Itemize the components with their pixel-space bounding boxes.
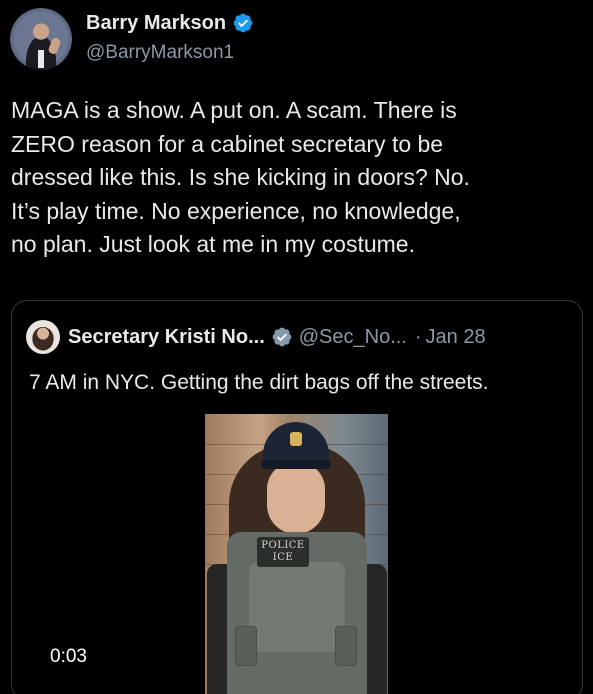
video-player[interactable]: POLICE ICE 0:03 bbox=[12, 401, 582, 694]
quoted-tweet-date[interactable]: Jan 28 bbox=[426, 326, 486, 349]
separator-dot: · bbox=[414, 325, 422, 348]
quoted-author-handle[interactable]: @Sec_No... bbox=[299, 326, 407, 349]
quoted-tweet-text: 7 AM in NYC. Getting the dirt bags off t… bbox=[29, 371, 489, 394]
vest-patch: POLICE ICE bbox=[257, 537, 309, 567]
quoted-tweet-header: Secretary Kristi No... @Sec_No... · Jan … bbox=[26, 319, 486, 355]
tweet-text-line: It’s play time. No experience, no knowle… bbox=[11, 197, 461, 224]
tweet-header: Barry Markson @BarryMarkson1 bbox=[10, 8, 583, 72]
tweet-text-line: ZERO reason for a cabinet secretary to b… bbox=[11, 130, 444, 157]
author-display-name[interactable]: Barry Markson bbox=[86, 12, 226, 35]
tweet-text-line: dressed like this. Is she kicking in doo… bbox=[11, 164, 470, 190]
author-handle[interactable]: @BarryMarkson1 bbox=[86, 42, 234, 64]
verified-badge-icon bbox=[272, 327, 292, 347]
quoted-tweet-card[interactable]: Secretary Kristi No... @Sec_No... · Jan … bbox=[11, 300, 583, 694]
quoted-author-avatar[interactable] bbox=[26, 320, 60, 354]
tweet-text: MAGA is a show. A put on. A scam. There … bbox=[11, 94, 581, 262]
video-frame[interactable]: POLICE ICE bbox=[205, 414, 388, 694]
author-avatar[interactable] bbox=[10, 8, 72, 70]
tweet-text-line: MAGA is a show. A put on. A scam. There … bbox=[11, 97, 457, 123]
patch-text-police: POLICE bbox=[261, 540, 305, 551]
patch-text-ice: ICE bbox=[272, 552, 294, 563]
verified-badge-icon bbox=[233, 13, 253, 33]
tweet-text-line: no plan. Just look at me in my costume. bbox=[11, 231, 415, 257]
author-name-row: Barry Markson bbox=[86, 10, 254, 36]
quoted-author-name[interactable]: Secretary Kristi No... bbox=[68, 326, 265, 349]
video-duration: 0:03 bbox=[50, 646, 87, 667]
